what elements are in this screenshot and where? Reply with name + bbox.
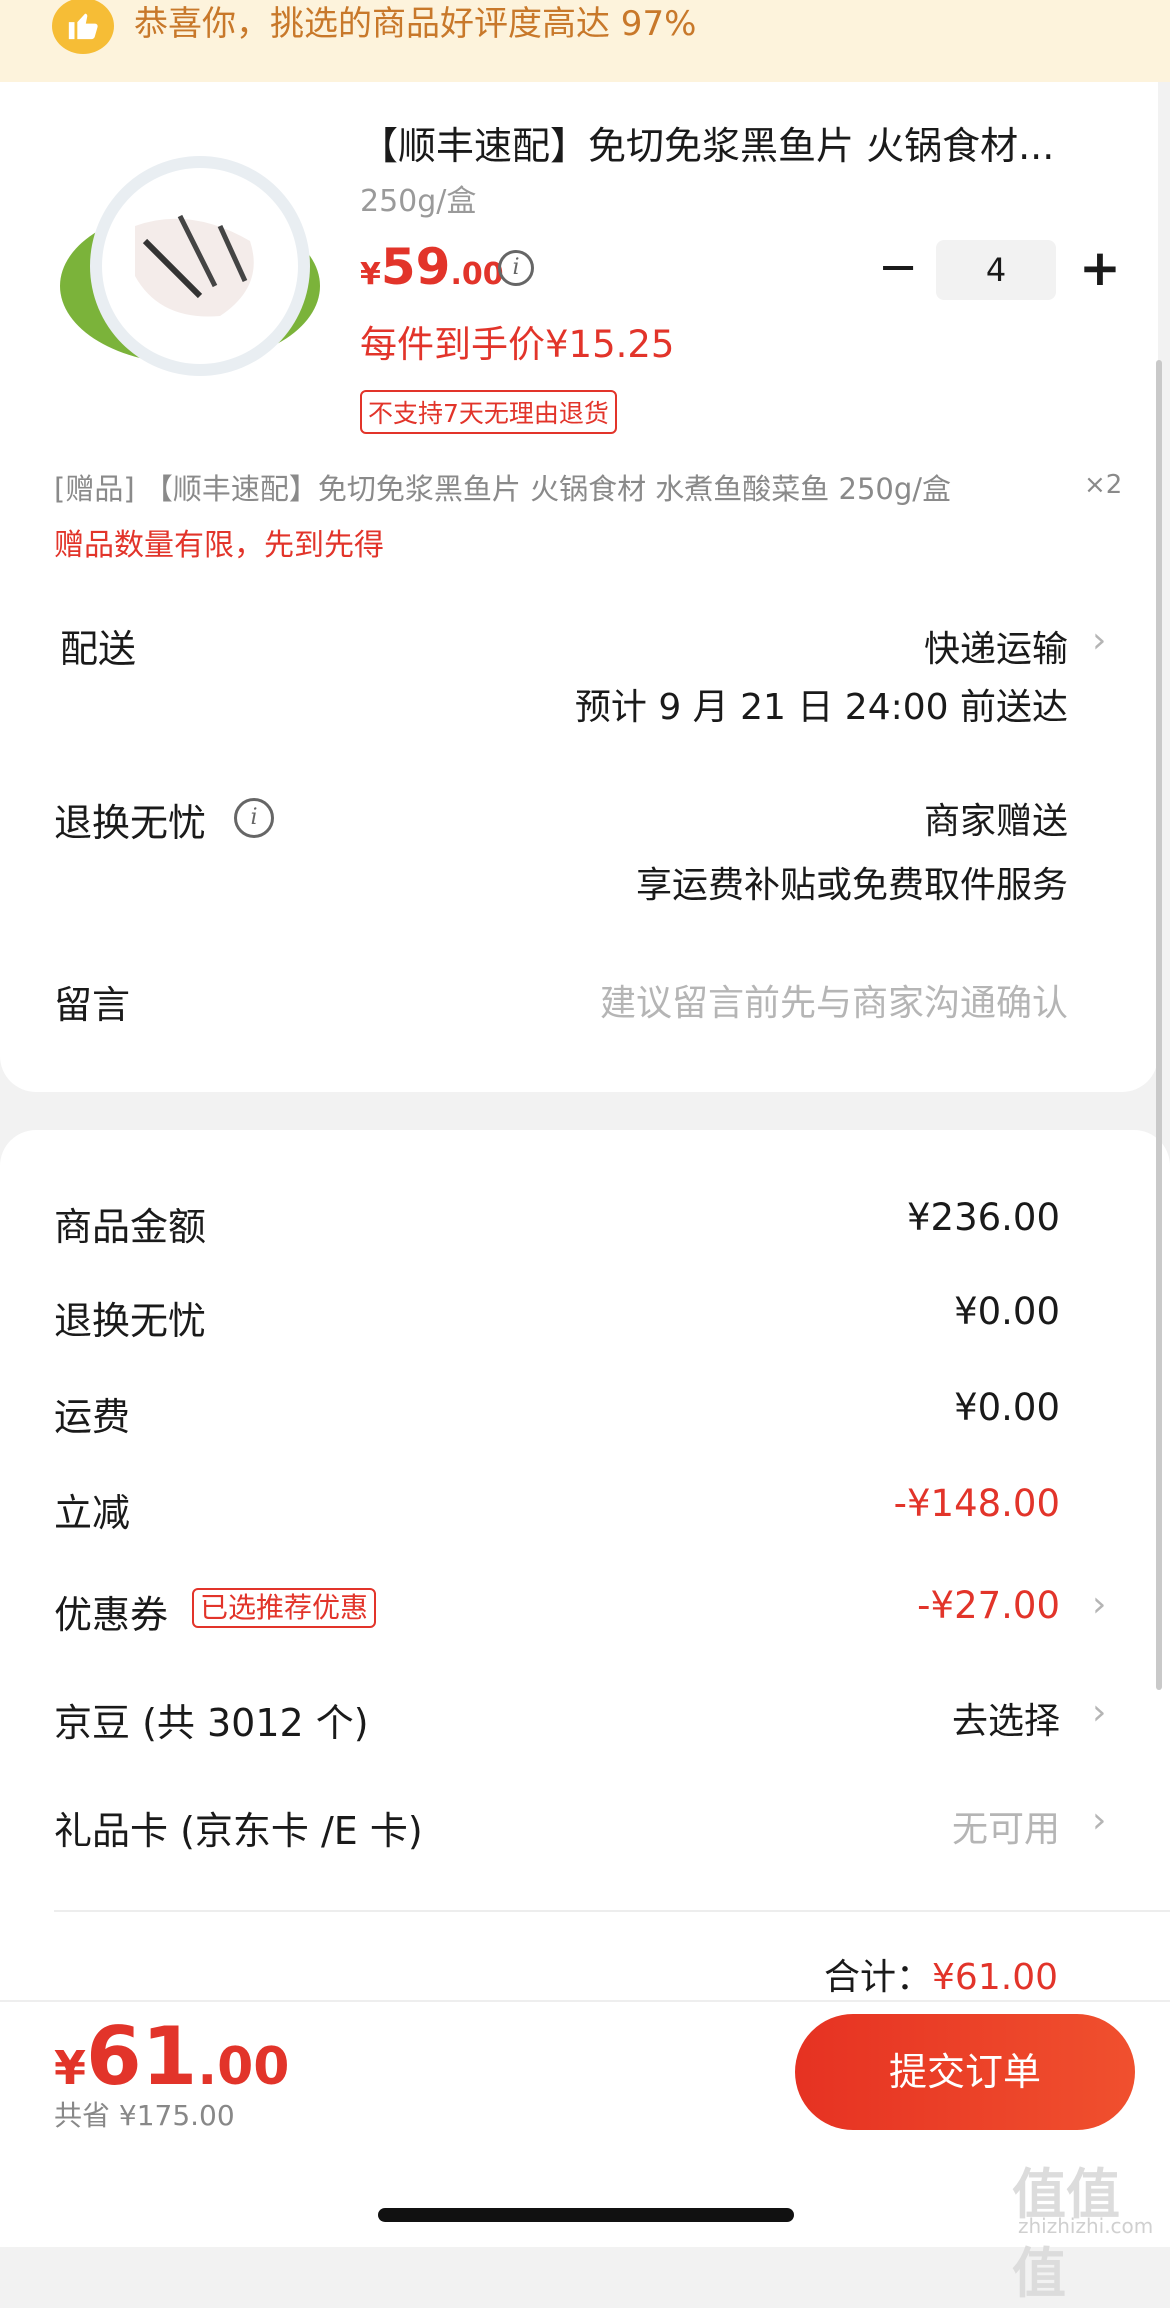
divider bbox=[54, 1910, 1170, 1912]
quantity-decrease-button[interactable]: − bbox=[878, 240, 918, 300]
chevron-right-icon[interactable]: › bbox=[1092, 1692, 1106, 1733]
delivery-label: 配送 bbox=[60, 627, 137, 671]
chevron-right-icon[interactable]: › bbox=[1092, 1800, 1106, 1841]
watermark-url: zhizhizhi.com bbox=[1018, 2214, 1154, 2238]
quantity-increase-button[interactable]: + bbox=[1078, 240, 1122, 300]
coupon-label: 优惠券 bbox=[54, 1593, 169, 1637]
gift-item: [赠品] 【顺丰速配】免切免浆黑鱼片 火锅食材 水煮鱼酸菜鱼 250g/盒 bbox=[54, 472, 952, 506]
product-image[interactable] bbox=[50, 146, 330, 386]
home-indicator-area bbox=[0, 2148, 1170, 2247]
return-worry-value: 商家赠送 bbox=[923, 801, 1068, 842]
goods-amount-label: 商品金额 bbox=[54, 1205, 207, 1249]
delivery-method[interactable]: 快递运输 bbox=[924, 620, 1068, 672]
gift-quantity: ×2 bbox=[1084, 470, 1123, 500]
submit-order-button[interactable]: 提交订单 bbox=[795, 2014, 1135, 2130]
total-amount: ¥61.00 bbox=[932, 1957, 1058, 1998]
thumbs-up-icon bbox=[52, 0, 114, 54]
jingdou-select[interactable]: 去选择 bbox=[952, 1692, 1060, 1744]
shipping-value: ¥0.00 bbox=[954, 1386, 1060, 1429]
chevron-right-icon[interactable]: › bbox=[1092, 1584, 1106, 1625]
total-label: 合计： bbox=[824, 1957, 933, 1998]
goods-amount-value: ¥236.00 bbox=[906, 1196, 1060, 1239]
scrollbar[interactable] bbox=[1156, 360, 1162, 1690]
home-indicator[interactable] bbox=[378, 2208, 794, 2222]
return-fee-value: ¥0.00 bbox=[954, 1290, 1060, 1333]
product-spec: 250g/盒 bbox=[360, 184, 477, 219]
return-worry-desc: 享运费补贴或免费取件服务 bbox=[635, 865, 1068, 906]
discount-value: -¥148.00 bbox=[893, 1482, 1060, 1525]
giftcard-label: 礼品卡 (京东卡 /E 卡) bbox=[54, 1809, 423, 1853]
jingdou-label: 京豆 (共 3012 个) bbox=[54, 1701, 369, 1745]
no-return-tag: 不支持7天无理由退货 bbox=[360, 390, 617, 434]
discount-label: 立减 bbox=[54, 1491, 131, 1535]
message-input[interactable]: 建议留言前先与商家沟通确认 bbox=[600, 974, 1068, 1026]
unit-price: 每件到手价¥15.25 bbox=[360, 323, 675, 366]
payable-amount: ¥61.00 bbox=[54, 2010, 290, 2103]
coupon-recommended-tag: 已选推荐优惠 bbox=[192, 1588, 377, 1628]
saved-amount: 共省 ¥175.00 bbox=[54, 2099, 235, 2132]
price-summary-card bbox=[0, 1130, 1170, 2000]
banner-text: 恭喜你，挑选的商品好评度高达 97% bbox=[134, 4, 697, 44]
quantity-input[interactable]: 4 bbox=[936, 240, 1056, 300]
product-title[interactable]: 【顺丰速配】免切免浆黑鱼片 火锅食材... bbox=[360, 120, 1090, 172]
delivery-eta: 预计 9 月 21 日 24:00 前送达 bbox=[574, 687, 1068, 728]
return-worry-label: 退换无忧 bbox=[54, 801, 207, 845]
product-price: ¥59.00 bbox=[360, 238, 504, 296]
shipping-label: 运费 bbox=[54, 1395, 131, 1439]
chevron-right-icon[interactable]: › bbox=[1092, 620, 1106, 661]
price-info-icon[interactable]: i bbox=[498, 250, 534, 286]
total-line: 合计：¥61.00 bbox=[824, 1948, 1058, 2000]
message-label: 留言 bbox=[54, 983, 131, 1027]
return-info-icon[interactable]: i bbox=[234, 798, 274, 838]
return-fee-label: 退换无忧 bbox=[54, 1299, 207, 1343]
coupon-value[interactable]: -¥27.00 bbox=[917, 1584, 1060, 1627]
giftcard-value[interactable]: 无可用 bbox=[952, 1800, 1060, 1852]
gift-limit-note: 赠品数量有限，先到先得 bbox=[54, 528, 384, 563]
